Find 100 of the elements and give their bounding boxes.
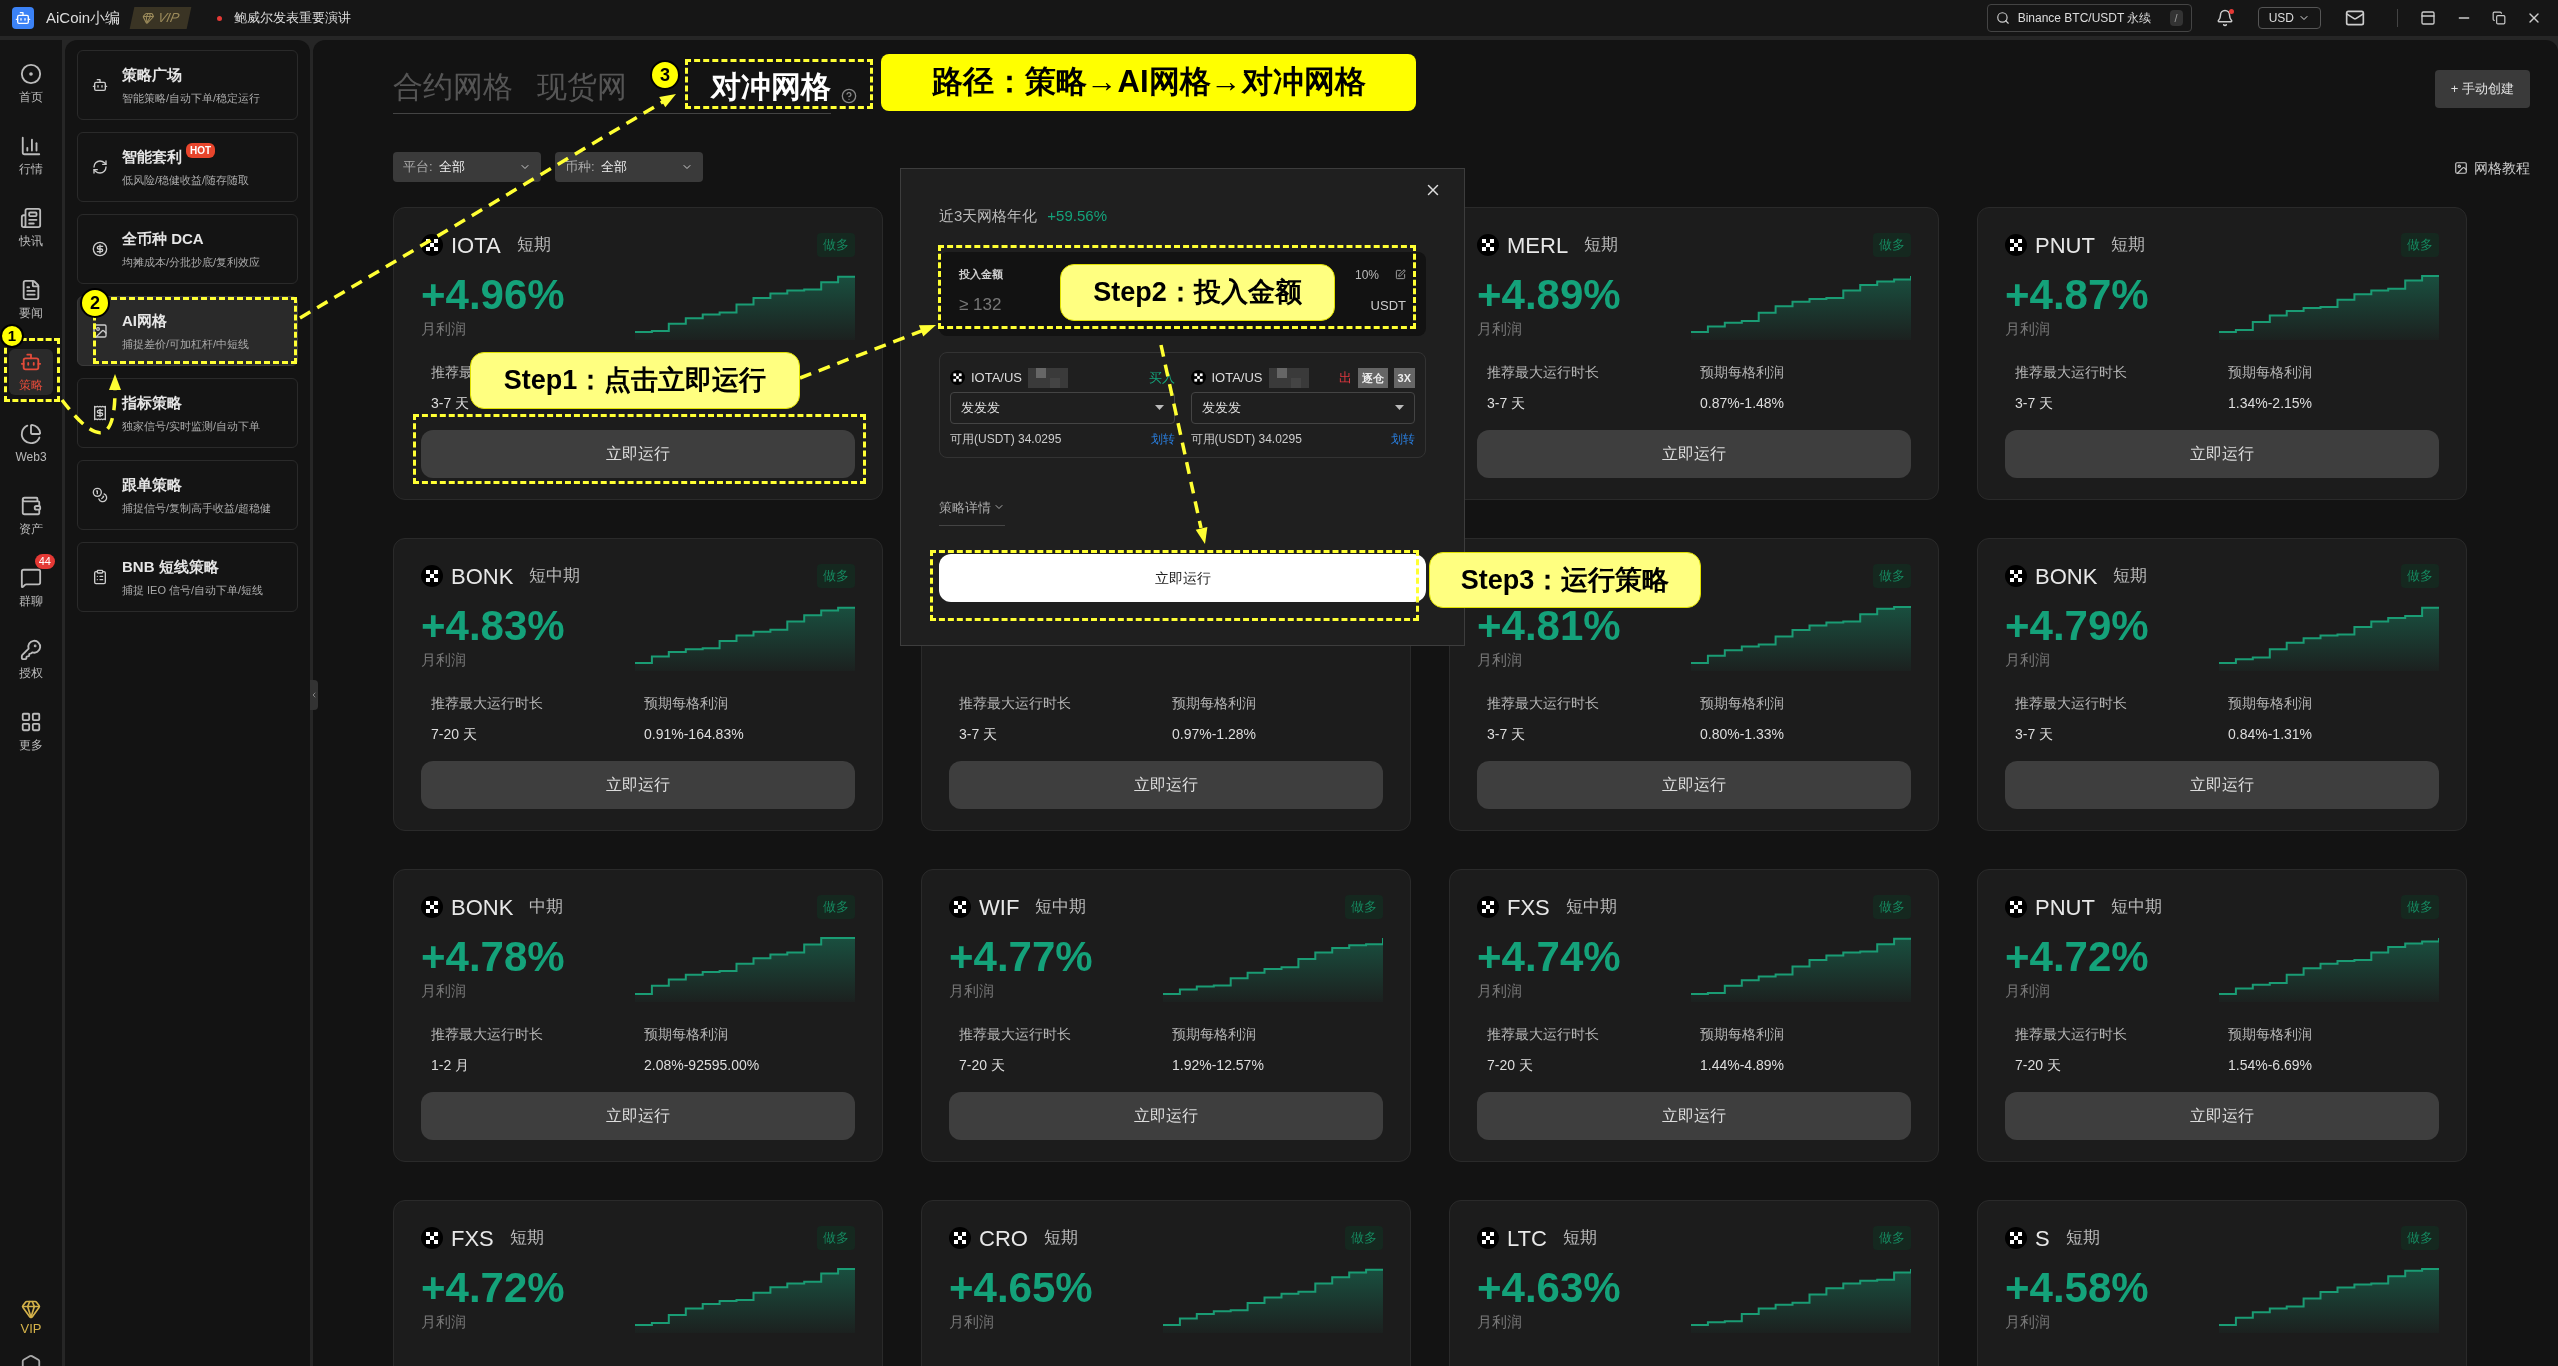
run-button[interactable]: 立即运行 bbox=[949, 761, 1383, 809]
profit-label: 月利润 bbox=[949, 980, 995, 1001]
stat-value: 7-20 天 bbox=[1487, 1056, 1533, 1075]
details-toggle[interactable]: 策略详情 bbox=[939, 497, 1005, 526]
filter-dropdown[interactable]: 平台: 全部 bbox=[393, 152, 541, 182]
help-icon[interactable] bbox=[841, 88, 857, 104]
long-tag: 做多 bbox=[817, 1226, 855, 1250]
term-label: 短中期 bbox=[1565, 896, 1617, 919]
long-tag: 做多 bbox=[1345, 895, 1383, 919]
vip-nav-item[interactable]: VIP bbox=[20, 1298, 42, 1338]
stat-label: 推荐最大运行时长 bbox=[1487, 1025, 1599, 1044]
long-tag: 做多 bbox=[1345, 1226, 1383, 1250]
nav-item[interactable]: 资产 bbox=[9, 493, 53, 539]
stat-value: 0.97%-1.28% bbox=[1172, 725, 1257, 744]
stat-label: 推荐最大运行时长 bbox=[431, 1025, 543, 1044]
nav-item[interactable]: 快讯 bbox=[9, 205, 53, 251]
mosaic-block bbox=[1268, 367, 1309, 388]
sidebar-item[interactable]: 策略广场 智能策略/自动下单/稳定运行 bbox=[77, 50, 298, 120]
run-button[interactable]: 立即运行 bbox=[1477, 1092, 1911, 1140]
key-icon bbox=[20, 638, 42, 661]
long-tag: 做多 bbox=[1873, 564, 1911, 588]
refresh-icon bbox=[92, 159, 108, 175]
stat-value: 2.08%-92595.00% bbox=[644, 1056, 760, 1075]
robot-icon bbox=[92, 77, 108, 93]
run-now-button[interactable]: 立即运行 bbox=[939, 554, 1426, 602]
run-button[interactable]: 立即运行 bbox=[421, 430, 855, 478]
collapse-handle[interactable] bbox=[310, 680, 318, 710]
nav-item[interactable]: 首页 bbox=[9, 61, 53, 107]
run-button[interactable]: 立即运行 bbox=[2005, 761, 2439, 809]
percent-label: 10% bbox=[1354, 266, 1379, 284]
run-button[interactable]: 立即运行 bbox=[949, 1092, 1383, 1140]
account-select[interactable]: 发发发 bbox=[1190, 391, 1415, 424]
run-button[interactable]: 立即运行 bbox=[1477, 430, 1911, 478]
sidebar-item[interactable]: 跟单策略 捕捉信号/复制高手收益/超稳健 bbox=[77, 460, 298, 530]
nav-item[interactable]: 策略 bbox=[9, 349, 53, 395]
amount-placeholder: ≥ 132 bbox=[959, 294, 1003, 316]
transfer-link[interactable]: 划转 bbox=[1391, 429, 1415, 448]
details-label[interactable]: 策略详情 bbox=[939, 497, 991, 517]
tutorial-link[interactable]: 网格教程 bbox=[2454, 157, 2530, 179]
search-icon bbox=[1995, 11, 2010, 25]
item-subtitle: 低风险/稳健收益/随存随取 bbox=[122, 173, 250, 188]
grid-tab[interactable]: 对冲网格 bbox=[711, 64, 831, 109]
coin-name: FXS bbox=[1507, 893, 1550, 922]
nav-item[interactable]: Web3 bbox=[9, 421, 53, 467]
available-balance: 可用(USDT) 34.0295 bbox=[1190, 430, 1302, 448]
edit-icon[interactable] bbox=[1395, 269, 1406, 280]
nav-item[interactable]: 要闻 bbox=[9, 277, 53, 323]
stat-label: 预期每格利润 bbox=[1172, 1025, 1256, 1044]
nav-item[interactable]: 授权 bbox=[9, 637, 53, 683]
profit-label: 月利润 bbox=[1477, 318, 1523, 339]
long-tag: 做多 bbox=[1873, 233, 1911, 257]
amount-label: 投入金额 bbox=[959, 266, 1003, 282]
grid-icon bbox=[20, 710, 42, 733]
long-tag: 做多 bbox=[2401, 564, 2439, 588]
coin-name: S bbox=[2035, 1224, 2050, 1253]
manual-create-button[interactable]: + 手动创建 bbox=[2434, 70, 2530, 108]
tutorial-label[interactable]: 网格教程 bbox=[2474, 157, 2530, 179]
monthly-profit: +4.79% bbox=[2005, 602, 2149, 649]
stat-value: 1-2 月 bbox=[431, 1056, 470, 1075]
sidebar-item[interactable]: 智能套利 HOT 低风险/稳健收益/随存随取 bbox=[77, 132, 298, 202]
currency-dropdown[interactable]: USD bbox=[2257, 7, 2321, 29]
item-title: 智能套利 bbox=[122, 146, 182, 167]
coin-name: WIF bbox=[979, 893, 1020, 922]
coin-icon bbox=[1190, 370, 1206, 385]
nav-item[interactable]: 更多 bbox=[9, 709, 53, 755]
search-field[interactable]: Binance BTC/USDT 永续 / bbox=[1986, 4, 2192, 32]
stat-value: 3-7 天 bbox=[2015, 394, 2054, 413]
term-label: 短期 bbox=[2110, 234, 2145, 257]
profit-label: 月利润 bbox=[421, 1311, 467, 1332]
transfer-link[interactable]: 划转 bbox=[1150, 429, 1175, 448]
run-button[interactable]: 立即运行 bbox=[421, 1092, 855, 1140]
coin-icon bbox=[2005, 565, 2027, 587]
item-subtitle: 捕捉差价/可加杠杆/中短线 bbox=[122, 337, 250, 352]
coin-icon bbox=[1477, 896, 1499, 918]
stat-value: 3-7 天 bbox=[1487, 394, 1526, 413]
account-select[interactable]: 发发发 bbox=[950, 391, 1175, 424]
filter-dropdown[interactable]: 币种: 全部 bbox=[555, 152, 703, 182]
run-button[interactable]: 立即运行 bbox=[2005, 430, 2439, 478]
picture-icon bbox=[2454, 161, 2468, 175]
profit-label: 月利润 bbox=[2005, 1311, 2051, 1332]
stat-label: 预期每格利润 bbox=[2228, 363, 2312, 382]
stat-label: 预期每格利润 bbox=[1700, 1025, 1784, 1044]
dollar-coin-icon bbox=[92, 241, 108, 257]
sidebar-item[interactable]: BNB 短线策略 捕捉 IEO 信号/自动下单/短线 bbox=[77, 542, 298, 612]
profit-label: 月利润 bbox=[1477, 980, 1523, 1001]
mosaic-block bbox=[1028, 367, 1069, 388]
notification-button[interactable] bbox=[2215, 9, 2234, 27]
nav-item[interactable]: 行情 bbox=[9, 133, 53, 179]
sidebar-item[interactable]: 指标策略 独家信号/实时监测/自动下单 bbox=[77, 378, 298, 448]
restore-icon[interactable] bbox=[2492, 11, 2506, 25]
long-tag: 做多 bbox=[2401, 233, 2439, 257]
sidebar-item[interactable]: 全币种 DCA 均摊成本/分批抄底/复利效应 bbox=[77, 214, 298, 284]
mail-icon[interactable] bbox=[2345, 8, 2365, 28]
stat-value: 1.54%-6.69% bbox=[2228, 1056, 2313, 1075]
run-button[interactable]: 立即运行 bbox=[2005, 1092, 2439, 1140]
long-tag: 做多 bbox=[2401, 1226, 2439, 1250]
path-callout: 路径：策略→AI网格→对冲网格 bbox=[881, 54, 1416, 111]
run-button[interactable]: 立即运行 bbox=[1477, 761, 1911, 809]
panel-icon[interactable] bbox=[2420, 10, 2436, 26]
run-button[interactable]: 立即运行 bbox=[421, 761, 855, 809]
